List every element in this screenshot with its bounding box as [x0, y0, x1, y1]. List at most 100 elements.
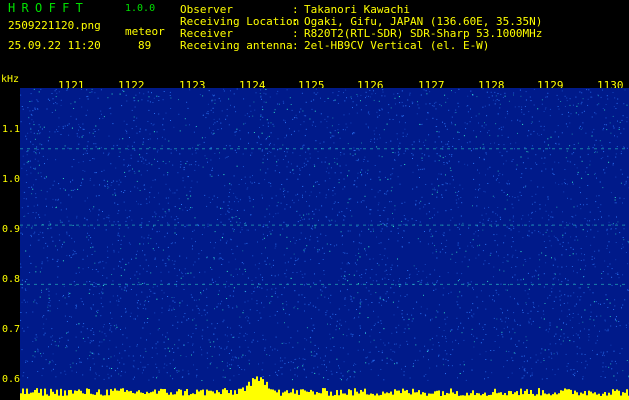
histogram-bar: [498, 392, 500, 400]
histogram-bar: [272, 389, 274, 400]
histogram-bar: [532, 393, 534, 400]
histogram-bar: [284, 391, 286, 400]
histogram-bar: [368, 394, 370, 400]
histogram-bar: [138, 390, 140, 400]
histogram-bar: [356, 391, 358, 400]
histogram-bar: [214, 393, 216, 400]
histogram-bar: [544, 393, 546, 400]
histogram-bar: [256, 376, 258, 400]
histogram-bar: [478, 393, 480, 400]
histogram-bar: [88, 389, 90, 400]
histogram-bar: [112, 390, 114, 400]
histogram-bar: [616, 389, 618, 400]
histogram-bar: [584, 390, 586, 400]
histogram-bar: [218, 392, 220, 400]
y-tick-label: 0.7: [2, 324, 21, 335]
histogram-bar: [580, 392, 582, 400]
file-name: 2509221120.png: [8, 19, 101, 32]
histogram-bar: [582, 393, 584, 400]
histogram-bar: [424, 392, 426, 400]
detection-count: 89: [138, 39, 152, 52]
histogram-bar: [362, 391, 364, 400]
histogram-bar: [122, 388, 124, 400]
histogram-bar: [50, 388, 52, 400]
histogram-bar: [592, 393, 594, 400]
histogram-bar: [428, 393, 430, 400]
histogram-bar: [446, 392, 448, 400]
histogram-bar: [170, 392, 172, 400]
histogram-bar: [54, 393, 56, 400]
histogram-bar: [252, 378, 254, 400]
histogram-bar: [360, 389, 362, 400]
histogram-bar: [182, 395, 184, 400]
y-axis-unit: kHz: [1, 74, 20, 85]
histogram-bar: [32, 392, 34, 400]
histogram-bar: [344, 393, 346, 400]
histogram-bar: [292, 388, 294, 400]
histogram-bar: [372, 393, 374, 400]
histogram-bar: [188, 395, 190, 400]
histogram-bar: [208, 390, 210, 400]
histogram-bar: [626, 389, 628, 400]
histogram-bar: [530, 389, 532, 400]
histogram-bar: [384, 393, 386, 400]
histogram-bar: [482, 393, 484, 400]
histogram-bar: [410, 394, 412, 400]
histogram-bar: [62, 395, 64, 400]
histogram-bar: [30, 392, 32, 400]
histogram-bar: [222, 389, 224, 400]
histogram-bar: [22, 388, 24, 400]
spectrogram-plot[interactable]: [20, 88, 629, 400]
histogram-bar: [212, 391, 214, 400]
histogram-bar: [552, 394, 554, 400]
histogram-bar: [282, 392, 284, 400]
histogram-bar: [24, 393, 26, 400]
histogram-bar: [412, 388, 414, 400]
histogram-bar: [172, 394, 174, 400]
histogram-bar: [512, 394, 514, 400]
histogram-bar: [128, 391, 130, 400]
histogram-bar: [74, 390, 76, 400]
histogram-bar: [52, 391, 54, 400]
histogram-bar: [406, 389, 408, 400]
histogram-bar: [374, 395, 376, 400]
histogram-bar: [432, 393, 434, 400]
histogram-bar: [560, 390, 562, 400]
histogram-bar: [500, 392, 502, 400]
histogram-bar: [376, 393, 378, 400]
histogram-bar: [608, 392, 610, 400]
histogram-bar: [84, 393, 86, 400]
info-colon: :: [292, 39, 299, 52]
histogram-bar: [458, 395, 460, 400]
histogram-bar: [268, 388, 270, 400]
histogram-bar: [104, 395, 106, 400]
histogram-bar: [38, 392, 40, 400]
histogram-bar: [416, 392, 418, 400]
histogram-bar: [576, 392, 578, 400]
histogram-bar: [100, 394, 102, 400]
histogram-bar: [596, 394, 598, 400]
histogram-bar: [146, 391, 148, 400]
histogram-bar: [306, 391, 308, 400]
y-tick-label: 1.0: [2, 174, 21, 185]
histogram-bar: [350, 390, 352, 400]
histogram-bar: [48, 395, 50, 400]
histogram-bar: [68, 390, 70, 400]
histogram-bar: [194, 394, 196, 400]
histogram-bar: [508, 390, 510, 400]
histogram-bar: [280, 395, 282, 400]
histogram-bar: [322, 388, 324, 400]
histogram-bar: [266, 381, 268, 400]
histogram-bar: [514, 392, 516, 400]
histogram-bar: [198, 391, 200, 400]
histogram-bar: [288, 393, 290, 400]
histogram-bar: [180, 389, 182, 400]
histogram-bar: [72, 393, 74, 400]
histogram-bar: [574, 390, 576, 400]
histogram-bar: [298, 394, 300, 400]
file-datetime: 25.09.22 11:20: [8, 39, 101, 52]
histogram-bar: [64, 390, 66, 400]
histogram-bar: [156, 393, 158, 400]
histogram-bar: [402, 388, 404, 400]
histogram-bar: [144, 394, 146, 400]
